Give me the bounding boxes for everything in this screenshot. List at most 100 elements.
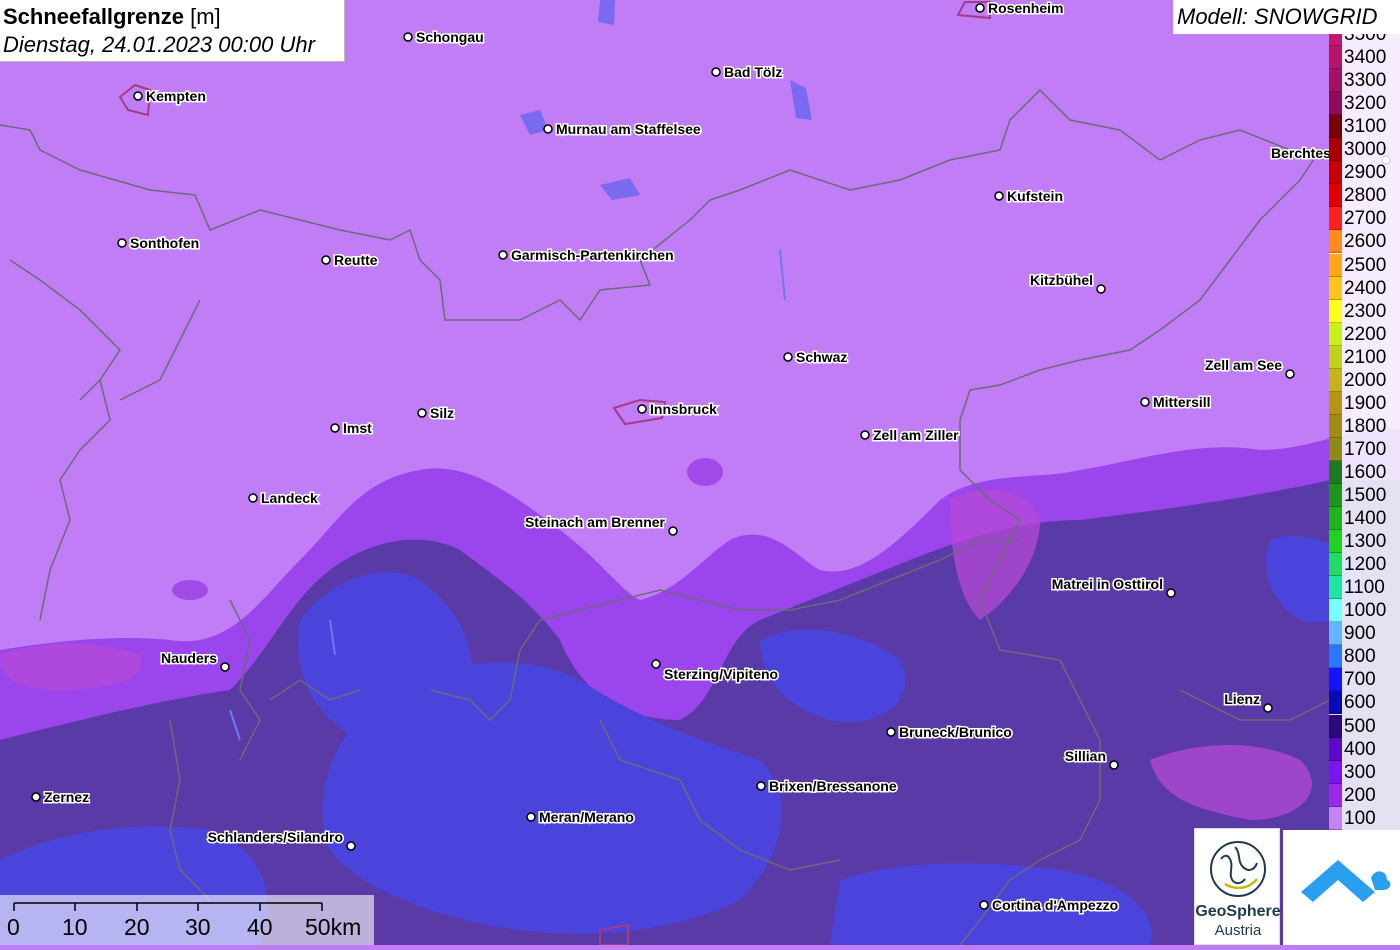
city-marker[interactable]: Bruneck/Brunico (886, 723, 1013, 742)
legend-swatch (1329, 460, 1342, 484)
city-label: Matrei in Osttirol (1052, 576, 1163, 592)
city-dot-icon (783, 352, 793, 362)
city-marker[interactable]: Murnau am Staffelsee (543, 120, 702, 139)
legend-swatch (1329, 34, 1342, 46)
legend-label: 2500 (1344, 254, 1387, 276)
city-label: Cortina d'Ampezzo (992, 897, 1118, 913)
city-marker[interactable]: Cortina d'Ampezzo (979, 896, 1120, 915)
legend-row: 900 (1329, 622, 1400, 646)
legend-swatch (1329, 115, 1342, 139)
legend-row: 2900 (1329, 161, 1400, 185)
legend-swatch (1329, 161, 1342, 185)
scale-label: 10 (62, 914, 88, 940)
legend-swatch (1329, 414, 1342, 438)
legend-swatch (1329, 622, 1342, 646)
legend-row: 1000 (1329, 599, 1400, 623)
legend-swatch (1329, 299, 1342, 323)
scale-label: 50km (305, 914, 362, 940)
city-dot-icon (403, 32, 413, 42)
legend-swatch (1329, 576, 1342, 600)
city-label: Berchtes (1271, 145, 1331, 161)
city-marker[interactable]: Innsbruck (637, 400, 719, 419)
city-dot-icon (975, 3, 985, 13)
city-marker[interactable]: Schongau (403, 28, 485, 47)
legend-row: 300 (1329, 760, 1400, 784)
legend-row: 400 (1329, 737, 1400, 761)
legend-label: 700 (1344, 669, 1376, 691)
legend-swatch (1329, 599, 1342, 623)
scale-label: 0 (7, 914, 20, 940)
city-dot-icon (417, 408, 427, 418)
legend-label: 3000 (1344, 139, 1387, 161)
legend-label: 1400 (1344, 508, 1387, 530)
legend-label: 2200 (1344, 323, 1387, 345)
city-dot-icon (1285, 369, 1295, 379)
city-label: Zell am Ziller (873, 427, 959, 443)
legend-row: 800 (1329, 645, 1400, 669)
legend-label: 1000 (1344, 600, 1387, 622)
snowgrid-logo[interactable] (1283, 830, 1400, 945)
city-marker[interactable]: Meran/Merano (526, 808, 635, 827)
legend-label: 2700 (1344, 208, 1387, 230)
city-dot-icon (979, 900, 989, 910)
city-marker[interactable]: Garmisch-Partenkirchen (498, 246, 675, 265)
model-label: Modell: SNOWGRID (1173, 0, 1400, 34)
map-title: Schneefallgrenze (3, 4, 184, 29)
city-label: Garmisch-Partenkirchen (511, 247, 674, 263)
legend-label: 2400 (1344, 277, 1387, 299)
city-dot-icon (321, 255, 331, 265)
legend-label: 400 (1344, 738, 1376, 760)
legend-row: 1800 (1329, 414, 1400, 438)
city-dot-icon (543, 124, 553, 134)
geosphere-logo-name: GeoSphere (1195, 903, 1281, 920)
city-marker[interactable]: Rosenheim (975, 0, 1065, 18)
magenta-zone (172, 580, 208, 600)
legend-label: 1100 (1344, 577, 1385, 599)
legend-label: 3400 (1344, 47, 1387, 69)
city-marker[interactable]: Zell am Ziller (860, 426, 961, 445)
snowfall-limit-map[interactable]: Rosenheim Schongau Bad Tölz Kempten Murnau a… (0, 0, 1400, 945)
city-dot-icon (330, 423, 340, 433)
legend-swatch (1329, 668, 1342, 692)
legend-row: 100 (1329, 806, 1400, 830)
legend-swatch (1329, 437, 1342, 461)
city-dot-icon (117, 238, 127, 248)
city-label: Kitzbühel (1030, 272, 1093, 288)
city-label: Kufstein (1007, 188, 1063, 204)
city-dot-icon (133, 91, 143, 101)
legend-label: 3500 (1344, 34, 1387, 45)
city-marker[interactable]: Sonthofen (117, 234, 201, 253)
city-label: Sterzing/Vipiteno (664, 666, 778, 682)
legend-label: 1300 (1344, 531, 1387, 553)
legend-swatch (1329, 737, 1342, 761)
legend-row: 1900 (1329, 391, 1400, 415)
legend-swatch (1329, 276, 1342, 300)
legend-row: 1100 (1329, 576, 1400, 600)
city-dot-icon (1109, 760, 1119, 770)
legend-label: 1500 (1344, 485, 1387, 506)
city-label: Imst (343, 420, 372, 436)
legend-swatch (1329, 530, 1342, 554)
legend-label: 1200 (1344, 554, 1387, 576)
city-label: Sillian (1065, 748, 1106, 764)
scale-label: 20 (124, 914, 150, 940)
snowgrid-logo-icon (1301, 860, 1391, 902)
legend-row: 3000 (1329, 138, 1400, 162)
legend-row: 1700 (1329, 437, 1400, 461)
legend-swatch (1329, 138, 1342, 162)
legend-swatch (1329, 714, 1342, 738)
legend-row: 1600 (1329, 460, 1400, 484)
city-label: Schlanders/Silandro (208, 829, 343, 845)
city-dot-icon (1263, 703, 1273, 713)
legend-swatch (1329, 391, 1342, 415)
legend-swatch (1329, 322, 1342, 346)
city-label: Reutte (334, 252, 378, 268)
color-legend: 3500 3400 3300 3200 3100 3000 2900 2800 2700 2600… (1329, 34, 1400, 831)
city-marker[interactable]: Brixen/Bressanone (756, 777, 898, 796)
city-dot-icon (886, 727, 896, 737)
legend-row: 3300 (1329, 69, 1400, 93)
city-dot-icon (860, 430, 870, 440)
geosphere-logo[interactable]: GeoSphere Austria (1194, 828, 1281, 945)
legend-row: 200 (1329, 783, 1400, 807)
legend-row: 2600 (1329, 230, 1400, 254)
